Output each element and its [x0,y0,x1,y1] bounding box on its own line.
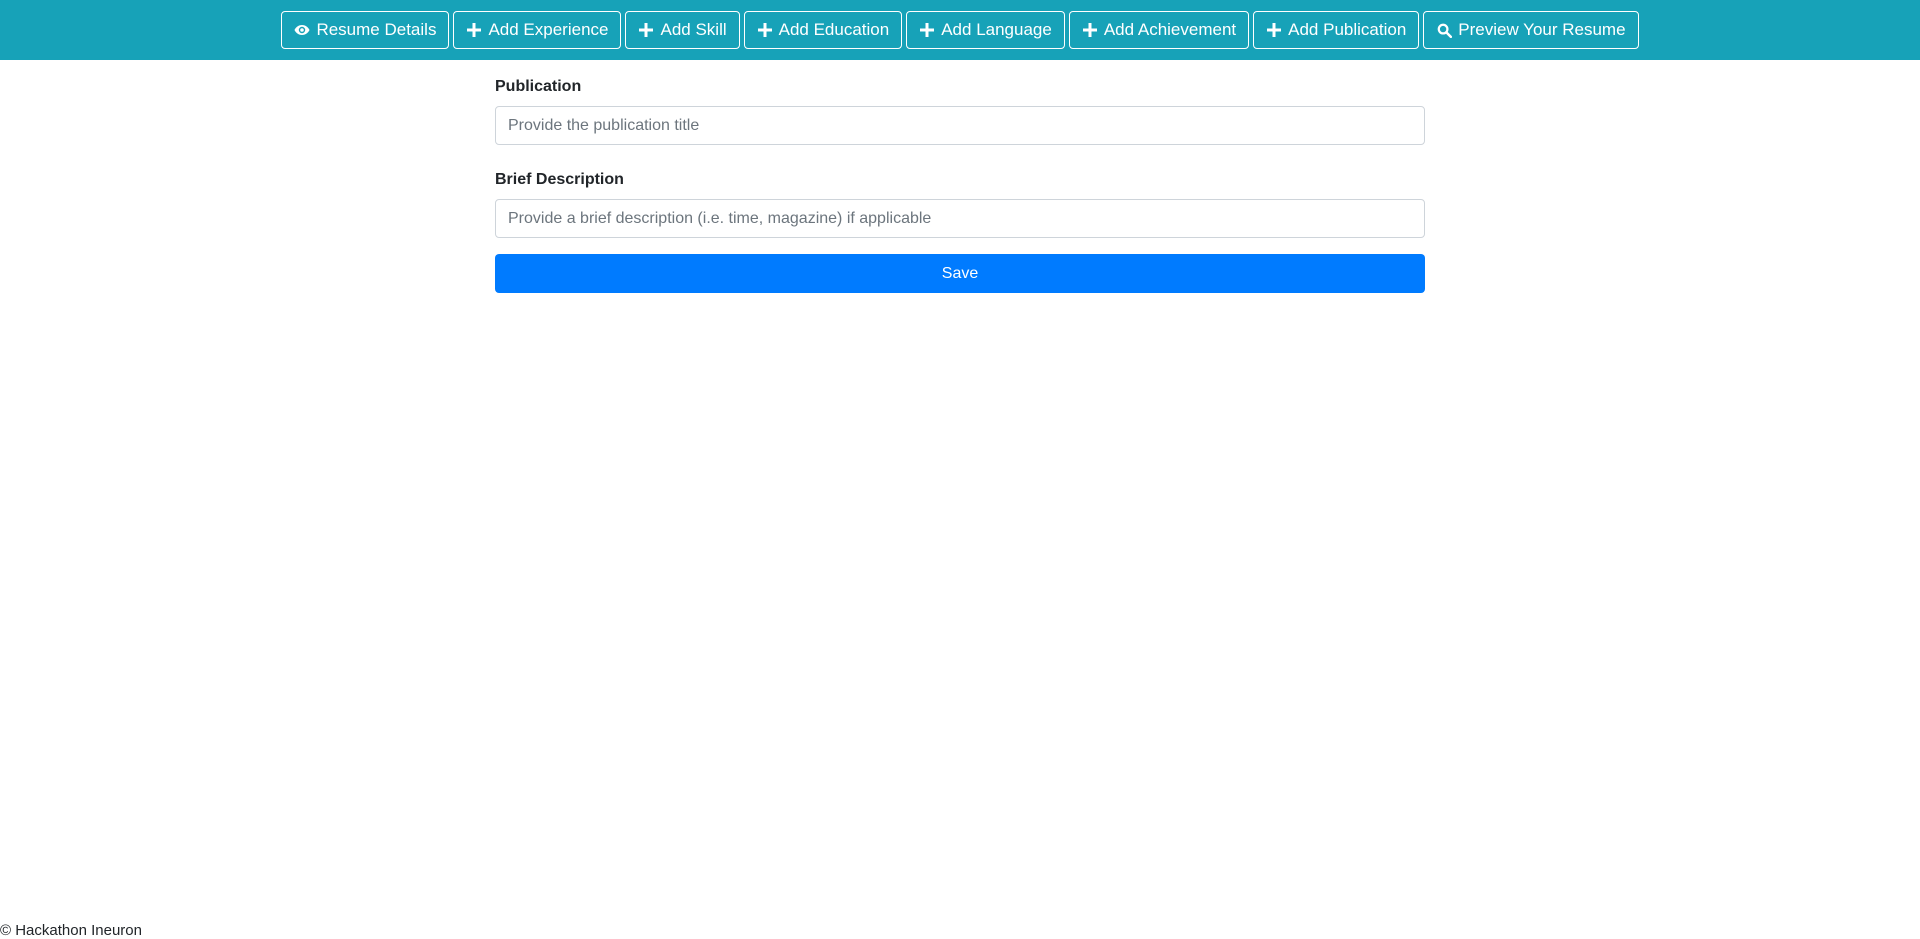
add-language-button[interactable]: Add Language [906,11,1065,49]
resume-details-label: Resume Details [316,20,437,39]
publication-group: Publication [495,78,1425,145]
brief-description-input[interactable] [495,199,1425,238]
add-publication-label: Add Publication [1288,20,1407,39]
plus-icon [1082,22,1098,38]
add-achievement-button[interactable]: Add Achievement [1068,11,1250,49]
eye-icon [294,22,310,38]
publication-form: Publication Brief Description Save [495,78,1425,293]
plus-icon [757,22,773,38]
description-group: Brief Description [495,171,1425,238]
add-achievement-label: Add Achievement [1103,20,1237,39]
preview-resume-button[interactable]: Preview Your Resume [1423,11,1639,49]
plus-icon [466,22,482,38]
publication-label: Publication [495,78,582,95]
description-label: Brief Description [495,171,624,188]
publication-title-input[interactable] [495,106,1425,145]
footer-copyright: © Hackathon Ineuron [0,922,142,939]
search-icon [1436,22,1452,38]
resume-details-button[interactable]: Resume Details [281,11,450,49]
plus-icon [1266,22,1282,38]
add-skill-button[interactable]: Add Skill [625,11,740,49]
plus-icon [638,22,654,38]
top-navbar: Resume Details Add Experience Add Skill … [0,0,1920,60]
add-publication-button[interactable]: Add Publication [1253,11,1420,49]
add-experience-label: Add Experience [488,20,609,39]
add-experience-button[interactable]: Add Experience [453,11,622,49]
plus-icon [919,22,935,38]
add-language-label: Add Language [941,20,1052,39]
preview-resume-label: Preview Your Resume [1458,20,1626,39]
save-button[interactable]: Save [495,254,1425,293]
add-skill-label: Add Skill [660,20,727,39]
add-education-label: Add Education [778,20,890,39]
add-education-button[interactable]: Add Education [743,11,903,49]
